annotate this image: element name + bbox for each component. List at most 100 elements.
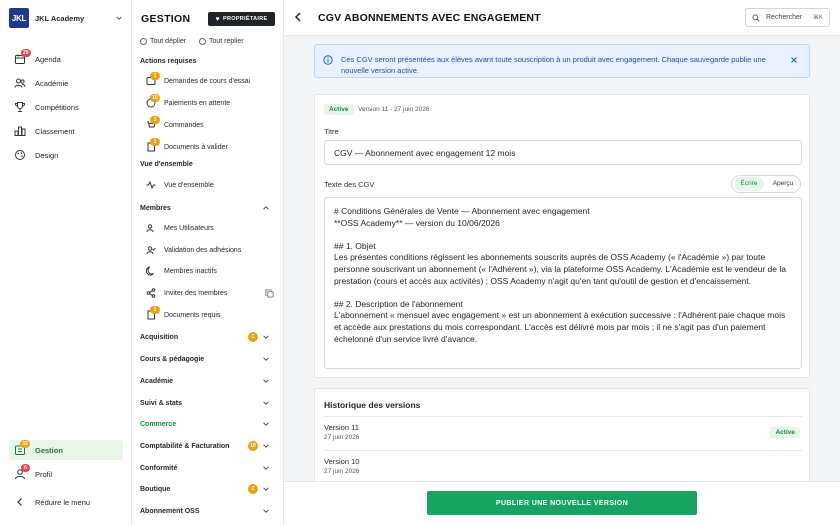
section-label: Commerce [140, 420, 177, 428]
sidebar-item-gestion[interactable]: 33 Gestion [9, 440, 123, 460]
section-actions-requises: Actions requises [140, 58, 197, 65]
expand-all-label: Tout déplier [150, 38, 187, 45]
academy-name: JKL Academy [35, 13, 85, 23]
section-label: Membres [140, 204, 171, 212]
gestion-item-commandes[interactable]: 1 Commandes [140, 116, 278, 134]
tab-apercu[interactable]: Aperçu [768, 177, 798, 191]
section-membres[interactable]: Membres [140, 199, 270, 217]
gestion-item-vue-ensemble[interactable]: Vue d'ensemble [140, 176, 278, 194]
version-row-name[interactable]: Version 11 [324, 423, 359, 432]
section-commerce[interactable]: Commerce [140, 415, 270, 433]
gestion-item-membres-inactifs[interactable]: Membres inactifs [140, 262, 278, 280]
gestion-item-demandes-essai[interactable]: 1 Demandes de cours d'essai [140, 72, 278, 90]
gestion-item-validation-adhesions[interactable]: Validation des adhésions [140, 241, 278, 259]
sidebar-item-academie[interactable]: Académie [9, 73, 123, 93]
section-badge: 10 [248, 441, 258, 451]
info-banner-text: Ces CGV seront présentées aux élèves ava… [341, 55, 766, 75]
section-label: Académie [140, 377, 174, 385]
calendar-icon: 20 [14, 49, 31, 65]
section-cours-pedagogie[interactable]: Cours & pédagogie [140, 350, 270, 368]
section-label: Cours & pédagogie [140, 355, 205, 363]
chevron-down-icon [263, 509, 269, 513]
moon-icon [145, 266, 156, 276]
collapse-all-label: Tout replier [209, 38, 244, 45]
publish-version-button[interactable]: PUBLIER UNE NOUVELLE VERSION [427, 491, 697, 515]
section-acquisition[interactable]: Acquisition 1 [140, 328, 270, 346]
tab-ecrire[interactable]: Écrire [734, 177, 764, 191]
section-abonnement-oss[interactable]: Abonnement OSS [140, 502, 270, 520]
profil-badge: 6 [21, 464, 30, 472]
share-icon [146, 288, 156, 298]
info-banner: Ces CGV seront présentées aux élèves ava… [314, 44, 810, 78]
section-label: Conformité [140, 464, 178, 472]
section-boutique[interactable]: Boutique 2 [140, 480, 270, 498]
chevron-down-icon [263, 422, 269, 426]
status-badge: Active [770, 427, 800, 438]
search-shortcut: ⌘K [812, 15, 823, 21]
section-label: Acquisition [140, 333, 179, 341]
gestion-item-inviter-membres[interactable]: Inviter des membres [140, 284, 278, 302]
gestion-item-paiements-attente[interactable]: 10 Paiements en attente [140, 94, 278, 112]
gestion-item-mes-utilisateurs[interactable]: Mes Utilisateurs [140, 219, 278, 237]
ranking-icon [14, 125, 26, 137]
gestion-item-documents-valider[interactable]: 1 Documents à valider [140, 138, 278, 156]
version-row-date: 27 juin 2026 [324, 468, 360, 475]
sidebar-item-classement[interactable]: Classement [9, 121, 123, 141]
gestion-panel: GESTION ♥ PROPRIÉTAIRE Tout déplier Tout … [132, 0, 284, 525]
cgv-text-editor[interactable]: # Conditions Générales de Vente — Abonne… [324, 197, 802, 369]
academy-switcher[interactable]: JKL JKL Academy [9, 8, 127, 28]
chevron-up-icon [263, 206, 269, 210]
badge: 1 [150, 306, 160, 314]
chevron-down-icon [116, 16, 122, 20]
gestion-item-label: Demandes de cours d'essai [164, 77, 251, 85]
copy-icon[interactable] [265, 289, 274, 298]
document-icon: 1 [146, 306, 160, 320]
gestion-icon: 33 [14, 440, 30, 456]
divider [324, 416, 802, 417]
expand-icon [140, 38, 147, 45]
close-icon[interactable] [789, 55, 799, 65]
search-button[interactable]: Rechercher ⌘K [745, 8, 830, 27]
agenda-badge: 20 [21, 49, 31, 57]
owner-badge: ♥ PROPRIÉTAIRE [208, 12, 275, 26]
version-row-name[interactable]: Version 10 [324, 457, 359, 466]
divider [324, 450, 802, 451]
gestion-item-label: Paiements en attente [164, 99, 231, 107]
section-comptabilite[interactable]: Comptabilité & Facturation 10 [140, 437, 270, 455]
section-badge: 2 [248, 484, 258, 494]
main-content: CGV ABONNEMENTS AVEC ENGAGEMENT Recherch… [284, 0, 840, 525]
status-badge: Active [324, 104, 354, 115]
section-label: Boutique [140, 485, 171, 493]
sidebar-item-label: Gestion [35, 445, 63, 455]
top-bar: CGV ABONNEMENTS AVEC ENGAGEMENT Recherch… [284, 0, 840, 36]
search-label: Rechercher [766, 14, 803, 21]
chevron-down-icon [263, 466, 269, 470]
section-academie[interactable]: Académie [140, 372, 270, 390]
title-input[interactable]: CGV — Abonnement avec engagement 12 mois [324, 140, 802, 165]
document-icon: 1 [146, 138, 160, 152]
section-conformite[interactable]: Conformité [140, 459, 270, 477]
collapse-menu-button[interactable]: Réduire le menu [9, 492, 123, 512]
collapse-icon [199, 38, 206, 45]
sidebar-item-competitions[interactable]: Compétitions [9, 97, 123, 117]
heart-icon: ♥ [215, 15, 220, 23]
gestion-item-label: Commandes [164, 121, 204, 129]
page-title: CGV ABONNEMENTS AVEC ENGAGEMENT [318, 12, 541, 24]
expand-all-button[interactable]: Tout déplier [140, 38, 186, 45]
section-suivi-stats[interactable]: Suivi & stats [140, 394, 270, 412]
cgv-editor-card: Active Version 11 - 27 juin 2026 Titre C… [314, 94, 810, 378]
sidebar-item-label: Académie [35, 78, 69, 88]
section-badge: 1 [248, 332, 258, 342]
gestion-item-documents-requis[interactable]: 1 Documents requis [140, 306, 278, 324]
sidebar-item-profil[interactable]: 6 Profil [9, 464, 123, 484]
palette-icon [14, 149, 26, 161]
gestion-item-label: Documents requis [164, 311, 221, 319]
trophy-icon [14, 101, 26, 113]
sidebar-item-agenda[interactable]: 20 Agenda [9, 49, 123, 69]
collapse-all-button[interactable]: Tout replier [199, 38, 244, 45]
back-arrow-icon[interactable] [292, 11, 304, 23]
sidebar-item-design[interactable]: Design [9, 145, 123, 165]
user-check-icon [146, 245, 156, 255]
chevron-down-icon [263, 357, 269, 361]
editor-mode-toggle: Écrire Aperçu [731, 175, 801, 193]
